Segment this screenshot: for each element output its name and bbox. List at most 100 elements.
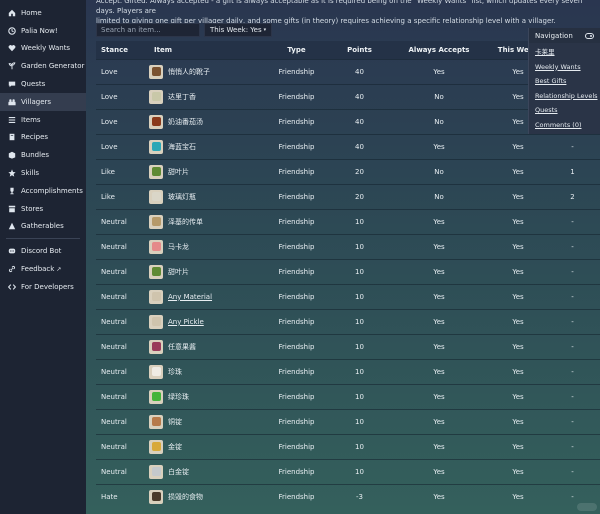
navigation-link[interactable]: 卡莱里 xyxy=(535,45,600,60)
sidebar-item-items[interactable]: Items xyxy=(0,111,86,129)
cell-item: 白金锭 xyxy=(149,458,261,484)
cell-stance: Neutral xyxy=(96,208,149,234)
item-cell[interactable]: Any Material xyxy=(149,289,261,304)
cell-stance: Love xyxy=(96,108,149,134)
navigation-link[interactable]: Relationship Levels xyxy=(535,89,600,104)
cell-type: Friendship xyxy=(261,433,332,459)
navigation-panel-header: Navigation xyxy=(529,28,600,43)
column-header-always-accepts[interactable]: Always Accepts xyxy=(387,41,491,59)
cell-item: 马卡龙 xyxy=(149,233,261,259)
item-icon xyxy=(149,464,163,479)
item-cell[interactable]: 甜叶片 xyxy=(149,264,261,279)
item-cell[interactable]: 悄悄人的靴子 xyxy=(149,64,261,79)
sidebar-item-feedback[interactable]: Feedback ↗ xyxy=(0,260,86,278)
cell-points: 10 xyxy=(332,458,387,484)
cell-points: -3 xyxy=(332,483,387,509)
item-cell[interactable]: 白金锭 xyxy=(149,464,261,479)
sidebar-item-home[interactable]: Home xyxy=(0,4,86,22)
cell-points: 10 xyxy=(332,233,387,259)
sidebar-item-label: Stores xyxy=(21,204,44,213)
item-name: 铜锭 xyxy=(168,417,182,426)
sidebar-item-label: Garden Generator xyxy=(21,62,85,71)
cell-extra: - xyxy=(545,408,600,434)
item-name: 玻璃灯瓶 xyxy=(168,192,196,201)
cell-extra: 2 xyxy=(545,183,600,209)
item-cell[interactable]: 泽基的传单 xyxy=(149,214,261,229)
item-name[interactable]: Any Material xyxy=(168,293,212,301)
cell-item: Any Pickle xyxy=(149,308,261,334)
sidebar-item-quests[interactable]: Quests xyxy=(0,75,86,93)
sidebar-item-weekly-wants[interactable]: Weekly Wants xyxy=(0,40,86,58)
cell-type: Friendship xyxy=(261,483,332,509)
item-cell[interactable]: 海蓝宝石 xyxy=(149,139,261,154)
intro-line-1: Accept. Gifted. Always accepted - a gift… xyxy=(96,0,583,15)
cell-points: 10 xyxy=(332,308,387,334)
item-cell[interactable]: 任意果酱 xyxy=(149,339,261,354)
item-icon xyxy=(149,114,163,129)
item-cell[interactable]: 珍珠 xyxy=(149,364,261,379)
navigation-link[interactable]: Best Gifts xyxy=(535,74,600,89)
sidebar-item-palia-now[interactable]: Palia Now! xyxy=(0,22,86,40)
item-cell[interactable]: 马卡龙 xyxy=(149,239,261,254)
sidebar-item-label: For Developers xyxy=(21,282,74,291)
sidebar-item-villagers[interactable]: Villagers xyxy=(0,92,86,111)
item-icon xyxy=(149,164,163,179)
item-cell[interactable]: 损毁的食物 xyxy=(149,489,261,504)
sidebar-item-recipes[interactable]: Recipes xyxy=(0,129,86,147)
table-header-row: Stance Item Type Points Always Accepts T… xyxy=(96,41,600,59)
item-cell[interactable]: 奶油番茄汤 xyxy=(149,114,261,129)
cell-this-week: Yes xyxy=(491,433,545,459)
item-cell[interactable]: 绿珍珠 xyxy=(149,389,261,404)
item-cell[interactable]: 金锭 xyxy=(149,439,261,454)
cell-this-week: Yes xyxy=(491,233,545,259)
cell-type: Friendship xyxy=(261,108,332,134)
item-cell[interactable]: 甜叶片 xyxy=(149,164,261,179)
item-name: 绿珍珠 xyxy=(168,392,189,401)
item-name: 白金锭 xyxy=(168,467,189,476)
trophy-icon xyxy=(7,186,17,196)
sidebar-item-discord-bot[interactable]: Discord Bot xyxy=(0,242,86,260)
sidebar-item-bundles[interactable]: Bundles xyxy=(0,146,86,164)
search-input[interactable] xyxy=(96,23,200,37)
cell-stance: Neutral xyxy=(96,458,149,484)
item-cell[interactable]: 玻璃灯瓶 xyxy=(149,189,261,204)
cell-item: 泽基的传单 xyxy=(149,208,261,234)
cell-type: Friendship xyxy=(261,183,332,209)
column-header-item[interactable]: Item xyxy=(149,41,261,59)
scroll-handle[interactable] xyxy=(577,503,597,511)
column-header-stance[interactable]: Stance xyxy=(96,41,149,59)
sidebar-item-gatherables[interactable]: Gatherables xyxy=(0,218,86,236)
sidebar-item-label: Weekly Wants xyxy=(21,44,71,53)
cell-always-accepts: Yes xyxy=(387,208,491,234)
cell-stance: Neutral xyxy=(96,258,149,284)
this-week-filter[interactable]: This Week: Yes ▾ xyxy=(204,23,273,37)
cell-points: 20 xyxy=(332,183,387,209)
column-header-type[interactable]: Type xyxy=(261,41,332,59)
sidebar-item-garden-generator[interactable]: Garden Generator xyxy=(0,57,86,75)
cell-extra: - xyxy=(545,283,600,309)
sidebar-divider xyxy=(6,238,80,240)
cell-item: 铜锭 xyxy=(149,408,261,434)
navigation-link[interactable]: Quests xyxy=(535,103,600,118)
cell-extra: - xyxy=(545,333,600,359)
cell-this-week: Yes xyxy=(491,483,545,509)
sidebar-item-stores[interactable]: Stores xyxy=(0,200,86,218)
sidebar-item-skills[interactable]: Skills xyxy=(0,164,86,182)
column-header-points[interactable]: Points xyxy=(332,41,387,59)
cell-always-accepts: Yes xyxy=(387,483,491,509)
sidebar-item-for-developers[interactable]: For Developers xyxy=(0,278,86,296)
item-name: 任意果酱 xyxy=(168,342,196,351)
item-name[interactable]: Any Pickle xyxy=(168,318,204,326)
cell-item: 绿珍珠 xyxy=(149,383,261,409)
item-cell[interactable]: Any Pickle xyxy=(149,314,261,329)
navigation-link[interactable]: Weekly Wants xyxy=(535,60,600,75)
item-cell[interactable]: 铜锭 xyxy=(149,414,261,429)
cell-this-week: Yes xyxy=(491,208,545,234)
sidebar-item-accomplishments[interactable]: Accomplishments xyxy=(0,182,86,200)
item-name: 珍珠 xyxy=(168,367,182,376)
item-cell[interactable]: 达里丁香 xyxy=(149,89,261,104)
cell-always-accepts: No xyxy=(387,158,491,184)
gather-icon xyxy=(7,221,17,231)
navigation-link[interactable]: Comments (0) xyxy=(535,118,600,133)
toggle-icon[interactable] xyxy=(585,32,594,39)
